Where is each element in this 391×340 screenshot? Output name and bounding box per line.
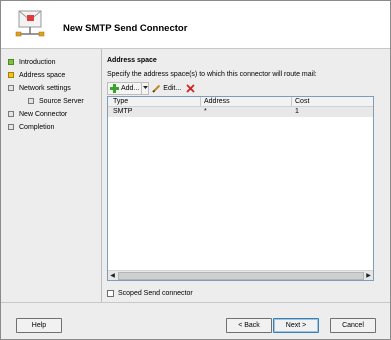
step-label: New Connector	[19, 110, 68, 118]
sidebar-divider	[101, 49, 102, 302]
step-label: Source Server	[39, 97, 84, 105]
step-label: Completion	[19, 123, 55, 131]
address-toolbar: Add... Edit...	[107, 81, 195, 95]
cancel-button[interactable]: Cancel	[330, 318, 376, 333]
help-button[interactable]: Help	[16, 318, 62, 333]
step-pending-icon	[8, 85, 14, 91]
scroll-left-icon[interactable]: ◀	[108, 271, 117, 280]
send-connector-icon	[15, 10, 45, 37]
step-label: Introduction	[19, 58, 56, 66]
section-title: Address space	[107, 57, 157, 64]
remove-button[interactable]	[186, 83, 195, 94]
wizard-window: New SMTP Send Connector Introduction Add…	[0, 0, 391, 340]
cell-type: SMTP	[113, 108, 133, 115]
scoped-connector-option[interactable]: Scoped Send connector	[107, 290, 193, 297]
edit-pencil-icon	[152, 84, 161, 93]
step-introduction[interactable]: Introduction	[8, 57, 56, 67]
step-complete-icon	[8, 59, 14, 65]
horizontal-scrollbar[interactable]: ◀ ▶	[108, 270, 373, 280]
cell-cost: 1	[295, 108, 299, 115]
grid-header: Type Address Cost	[108, 97, 373, 107]
table-row[interactable]: SMTP * 1	[108, 107, 373, 117]
step-label: Address space	[19, 71, 66, 79]
address-space-page: Address space Specify the address space(…	[107, 49, 382, 302]
step-pending-icon	[8, 124, 14, 130]
chevron-down-icon	[142, 86, 148, 89]
step-network-settings[interactable]: Network settings	[8, 83, 71, 93]
add-label: Add...	[121, 84, 140, 92]
help-label: Help	[31, 322, 47, 329]
step-source-server[interactable]: Source Server	[28, 96, 84, 106]
address-space-grid: Type Address Cost SMTP * 1 ◀ ▶	[107, 96, 374, 281]
edit-button[interactable]: Edit...	[152, 83, 181, 94]
add-dropdown-button[interactable]	[142, 81, 150, 95]
cancel-label: Cancel	[342, 322, 364, 329]
wizard-steps: Introduction Address space Network setti…	[1, 49, 101, 302]
column-separator	[291, 97, 292, 106]
scroll-right-icon[interactable]: ▶	[364, 271, 373, 280]
instruction-text: Specify the address space(s) to which th…	[107, 71, 317, 78]
edit-label: Edit...	[163, 84, 182, 92]
add-button[interactable]: Add...	[107, 81, 143, 95]
wizard-header: New SMTP Send Connector	[1, 1, 390, 49]
step-new-connector[interactable]: New Connector	[8, 109, 67, 119]
step-pending-icon	[28, 98, 34, 104]
scoped-checkbox[interactable]	[107, 290, 114, 297]
footer-divider	[1, 302, 390, 303]
column-separator	[200, 97, 201, 106]
next-label: Next >	[285, 322, 307, 329]
step-current-icon	[8, 72, 14, 78]
cell-address: *	[204, 108, 207, 115]
step-pending-icon	[8, 111, 14, 117]
wizard-title: New SMTP Send Connector	[63, 23, 188, 34]
add-icon	[110, 83, 119, 93]
delete-icon	[186, 83, 195, 93]
step-completion[interactable]: Completion	[8, 122, 54, 132]
back-label: < Back	[238, 322, 260, 329]
column-header-type[interactable]: Type	[113, 98, 128, 105]
scoped-label: Scoped Send connector	[118, 290, 193, 297]
scroll-thumb[interactable]	[118, 272, 364, 280]
back-button[interactable]: < Back	[226, 318, 272, 333]
next-button[interactable]: Next >	[273, 318, 319, 333]
step-address-space[interactable]: Address space	[8, 70, 65, 80]
column-header-cost[interactable]: Cost	[295, 98, 309, 105]
step-label: Network settings	[19, 84, 71, 92]
column-header-address[interactable]: Address	[204, 98, 230, 105]
